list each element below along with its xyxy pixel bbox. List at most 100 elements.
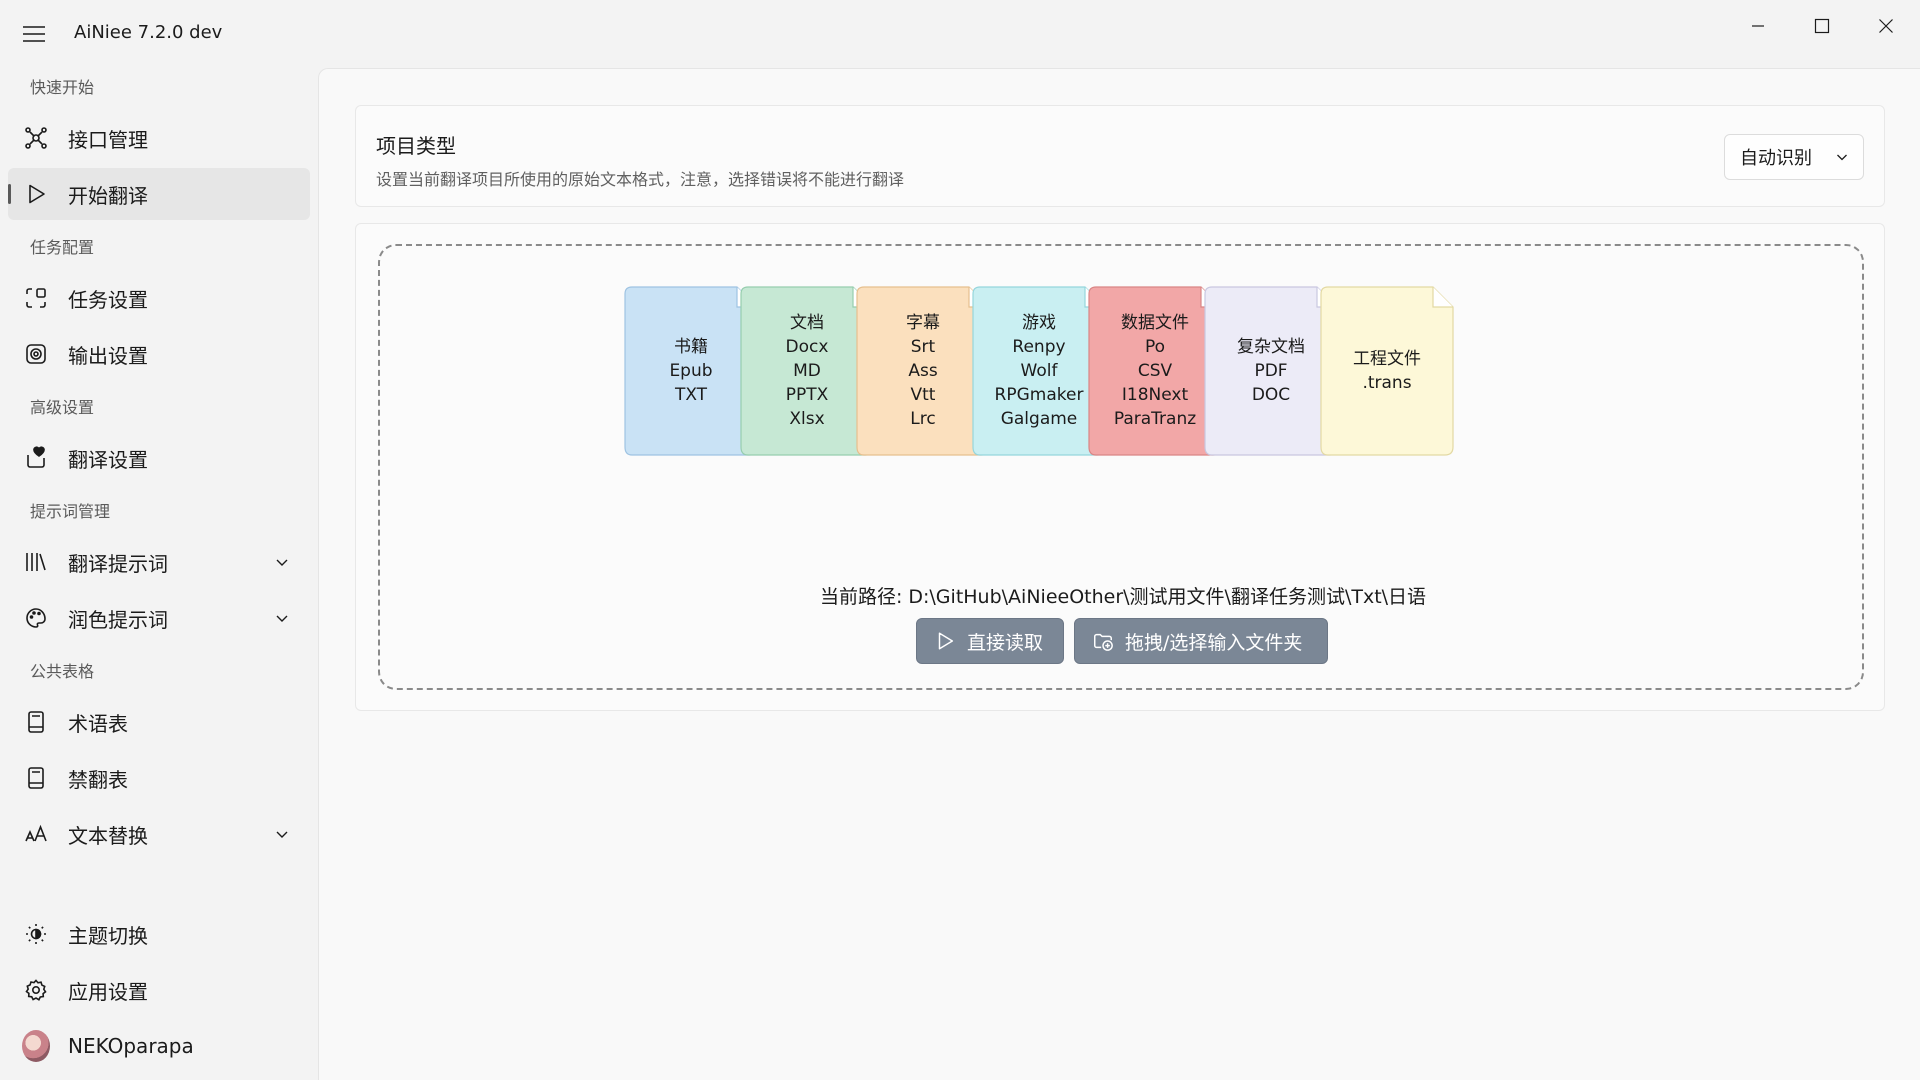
maximize-button[interactable]	[1790, 6, 1854, 46]
file-drop-card: 书籍 Epub TXT 文档 Docx MD PPTX Xlsx 字幕 Srt Ass Vtt Lrc 游…	[355, 223, 1885, 711]
network-icon	[22, 124, 50, 152]
output-icon	[22, 340, 50, 368]
project-type-title: 项目类型	[376, 134, 456, 158]
file-type-line: Lrc	[910, 409, 936, 429]
play-icon	[22, 180, 50, 208]
file-type-icon: 数据文件 Po CSV I18Next ParaTranz	[1088, 286, 1222, 456]
main-panel: 项目类型 设置当前翻译项目所使用的原始文本格式，注意，选择错误将不能进行翻译 自…	[318, 68, 1920, 1080]
sidebar-item-user[interactable]: NEKOparapa	[8, 1020, 310, 1072]
sidebar-item-label: 禁翻表	[68, 767, 128, 792]
file-type-line: MD	[793, 361, 821, 381]
section-label-tables: 公共表格	[30, 662, 95, 681]
file-type-line: RPGmaker	[994, 385, 1084, 405]
section-label-quick-start: 快速开始	[30, 78, 95, 97]
project-type-description: 设置当前翻译项目所使用的原始文本格式，注意，选择错误将不能进行翻译	[376, 170, 905, 189]
chevron-down-icon[interactable]	[274, 826, 290, 842]
file-type-line: I18Next	[1121, 385, 1189, 405]
app-title: AiNiee 7.2.0 dev	[74, 22, 223, 43]
file-type-label: 书籍 Epub TXT	[624, 286, 758, 456]
file-type-icon: 复杂文档 PDF DOC	[1204, 286, 1338, 456]
file-type-line: .trans	[1362, 373, 1412, 393]
sidebar-item-label: 翻译提示词	[68, 551, 168, 576]
chevron-down-icon	[1835, 150, 1849, 164]
sidebar-item-api[interactable]: 接口管理	[8, 112, 310, 164]
play-icon	[933, 629, 957, 653]
sidebar-item-start-translation[interactable]: 开始翻译	[8, 168, 310, 220]
project-type-card: 项目类型 设置当前翻译项目所使用的原始文本格式，注意，选择错误将不能进行翻译 自…	[355, 105, 1885, 207]
direct-read-button[interactable]: 直接读取	[916, 618, 1064, 664]
file-type-line: PDF	[1254, 361, 1288, 381]
file-drop-zone[interactable]: 书籍 Epub TXT 文档 Docx MD PPTX Xlsx 字幕 Srt Ass Vtt Lrc 游…	[378, 244, 1864, 690]
file-type-line: 字幕	[906, 313, 940, 333]
file-type-icon: 书籍 Epub TXT	[624, 286, 758, 456]
file-type-line: Wolf	[1020, 361, 1058, 381]
task-settings-icon	[22, 284, 50, 312]
sidebar: 快速开始 接口管理 开始翻译 任务配置 任务设置 输出设置 高级设置 翻译设置 …	[0, 64, 318, 1080]
sidebar-item-no-translate[interactable]: 禁翻表	[8, 752, 310, 804]
section-label-prompts: 提示词管理	[30, 502, 111, 521]
file-type-label: 工程文件 .trans	[1320, 286, 1454, 456]
avatar	[22, 1030, 50, 1062]
sidebar-item-translation-prompt[interactable]: 翻译提示词	[8, 536, 310, 588]
file-type-icon: 字幕 Srt Ass Vtt Lrc	[856, 286, 990, 456]
file-type-icon: 游戏 Renpy Wolf RPGmaker Galgame	[972, 286, 1106, 456]
project-type-select[interactable]: 自动识别	[1724, 134, 1864, 180]
book-icon	[22, 764, 50, 792]
sidebar-item-app-settings[interactable]: 应用设置	[8, 964, 310, 1016]
title-bar: AiNiee 7.2.0 dev	[0, 0, 1920, 64]
file-type-line: Po	[1144, 337, 1166, 357]
direct-read-label: 直接读取	[967, 631, 1044, 654]
chevron-down-icon[interactable]	[274, 610, 290, 626]
sidebar-item-label: 文本替换	[68, 823, 148, 848]
file-type-line: Galgame	[1000, 409, 1078, 429]
file-type-line: 数据文件	[1121, 313, 1189, 333]
file-type-line: Xlsx	[789, 409, 825, 429]
sidebar-item-glossary[interactable]: 术语表	[8, 696, 310, 748]
sidebar-item-task-settings[interactable]: 任务设置	[8, 272, 310, 324]
palette-icon	[22, 604, 50, 632]
select-input-folder-button[interactable]: 拖拽/选择输入文件夹	[1074, 618, 1328, 664]
library-icon	[22, 548, 50, 576]
file-type-line: 文档	[790, 313, 824, 333]
file-type-line: 游戏	[1022, 313, 1056, 333]
sidebar-item-label: 输出设置	[68, 343, 148, 368]
file-type-line: Epub	[669, 361, 713, 381]
active-indicator	[8, 184, 11, 204]
heart-settings-icon	[22, 444, 50, 472]
file-type-line: ParaTranz	[1113, 409, 1197, 429]
menu-icon[interactable]	[18, 18, 50, 50]
sidebar-item-output-settings[interactable]: 输出设置	[8, 328, 310, 380]
sidebar-item-theme-toggle[interactable]: 主题切换	[8, 908, 310, 960]
file-type-line: DOC	[1251, 385, 1291, 405]
sidebar-item-label: 主题切换	[68, 923, 148, 948]
project-type-select-value: 自动识别	[1740, 148, 1812, 169]
sidebar-item-label: 应用设置	[68, 979, 148, 1004]
file-type-label: 游戏 Renpy Wolf RPGmaker Galgame	[972, 286, 1106, 456]
sidebar-item-label: 任务设置	[68, 287, 148, 312]
user-name: NEKOparapa	[68, 1034, 194, 1058]
section-label-task-config: 任务配置	[30, 238, 95, 257]
folder-add-icon	[1091, 629, 1115, 653]
sidebar-item-polish-prompt[interactable]: 润色提示词	[8, 592, 310, 644]
file-type-line: CSV	[1137, 361, 1173, 381]
brightness-icon	[22, 920, 50, 948]
file-type-line: Vtt	[910, 385, 936, 405]
book-icon	[22, 708, 50, 736]
file-type-line: 书籍	[674, 337, 708, 357]
section-label-advanced: 高级设置	[30, 398, 95, 417]
current-path: 当前路径: D:\GitHub\AiNieeOther\测试用文件\翻译任务测试…	[819, 586, 1427, 608]
sidebar-item-translation-settings[interactable]: 翻译设置	[8, 432, 310, 484]
file-type-line: 工程文件	[1353, 349, 1421, 369]
file-type-label: 数据文件 Po CSV I18Next ParaTranz	[1088, 286, 1222, 456]
close-button[interactable]	[1854, 6, 1918, 46]
file-type-line: Renpy	[1012, 337, 1066, 357]
file-type-line: 复杂文档	[1237, 337, 1305, 357]
sidebar-item-text-replace[interactable]: 文本替换	[8, 808, 310, 860]
file-type-label: 复杂文档 PDF DOC	[1204, 286, 1338, 456]
minimize-button[interactable]	[1726, 6, 1790, 46]
sidebar-item-label: 开始翻译	[68, 183, 148, 208]
file-type-line: Srt	[910, 337, 936, 357]
chevron-down-icon[interactable]	[274, 554, 290, 570]
file-type-line: PPTX	[785, 385, 829, 405]
sidebar-item-label: 接口管理	[68, 127, 148, 152]
